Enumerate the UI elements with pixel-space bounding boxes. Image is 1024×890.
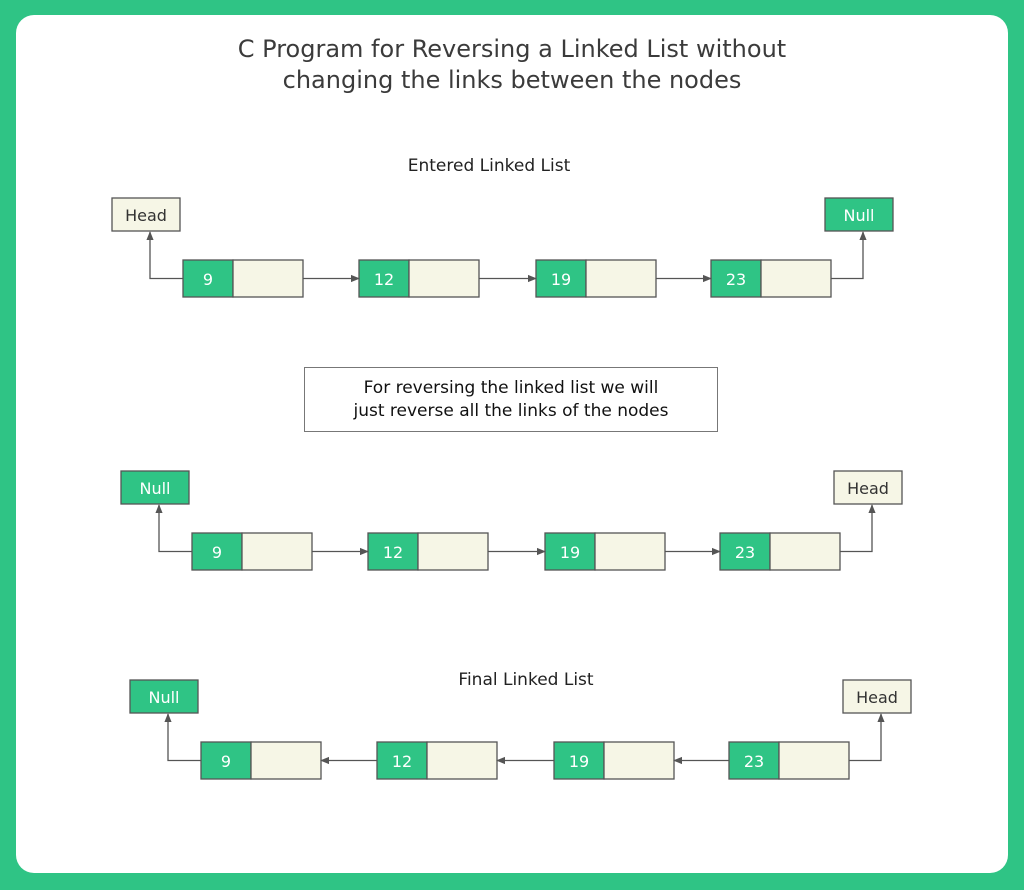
- section-3-left-tag-connector: [164, 713, 201, 762]
- section-1-node-9-pointer-cell: [232, 259, 304, 298]
- section-2-node-12-label: 12: [383, 543, 403, 562]
- section-1-right-tag-connector: [831, 231, 867, 280]
- section-2-node-9-label: 9: [212, 543, 222, 562]
- section-1-head-label: Head: [125, 206, 167, 225]
- section-1-node-23-label: 23: [726, 270, 746, 289]
- section-1-node-19-label: 19: [551, 270, 571, 289]
- section-2-head-label: Head: [847, 479, 889, 498]
- section-2-node-9-pointer-cell: [241, 532, 313, 571]
- section-2-node-19-pointer-cell: [594, 532, 666, 571]
- section-2-node-12-pointer-cell: [417, 532, 489, 571]
- section-2-node-23-label: 23: [735, 543, 755, 562]
- section-3-node-9-pointer-cell: [250, 741, 322, 780]
- section-2-left-tag-connector: [155, 504, 192, 553]
- section-3-node-23-pointer-cell: [778, 741, 850, 780]
- section-2-node-23-pointer-cell: [769, 532, 841, 571]
- section-1-node-9-label: 9: [203, 270, 213, 289]
- section-2-node-19-label: 19: [560, 543, 580, 562]
- section-3-head-label: Head: [856, 688, 898, 707]
- section-3-node-9-label: 9: [221, 752, 231, 771]
- section-3-node-19-pointer-cell: [603, 741, 675, 780]
- section-1-node-12-label: 12: [374, 270, 394, 289]
- section-1-left-tag-connector: [146, 231, 183, 280]
- section-2-right-tag-connector: [840, 504, 876, 553]
- section-1-node-23-pointer-cell: [760, 259, 832, 298]
- section-3-node-19-label: 19: [569, 752, 589, 771]
- section-3-right-tag-connector: [849, 713, 885, 762]
- section-1-node-19-pointer-cell: [585, 259, 657, 298]
- section-3-null-label: Null: [149, 688, 180, 707]
- section-1-null-label: Null: [844, 206, 875, 225]
- section-3-node-23-label: 23: [744, 752, 764, 771]
- section-1-node-12-pointer-cell: [408, 259, 480, 298]
- section-3-node-12-pointer-cell: [426, 741, 498, 780]
- section-3-node-12-label: 12: [392, 752, 412, 771]
- linked-list-diagram: Head Null 9 12 19 23 Null Head 9 12 19 23 Null Head 9 1…: [111, 197, 912, 780]
- section-2-null-label: Null: [140, 479, 171, 498]
